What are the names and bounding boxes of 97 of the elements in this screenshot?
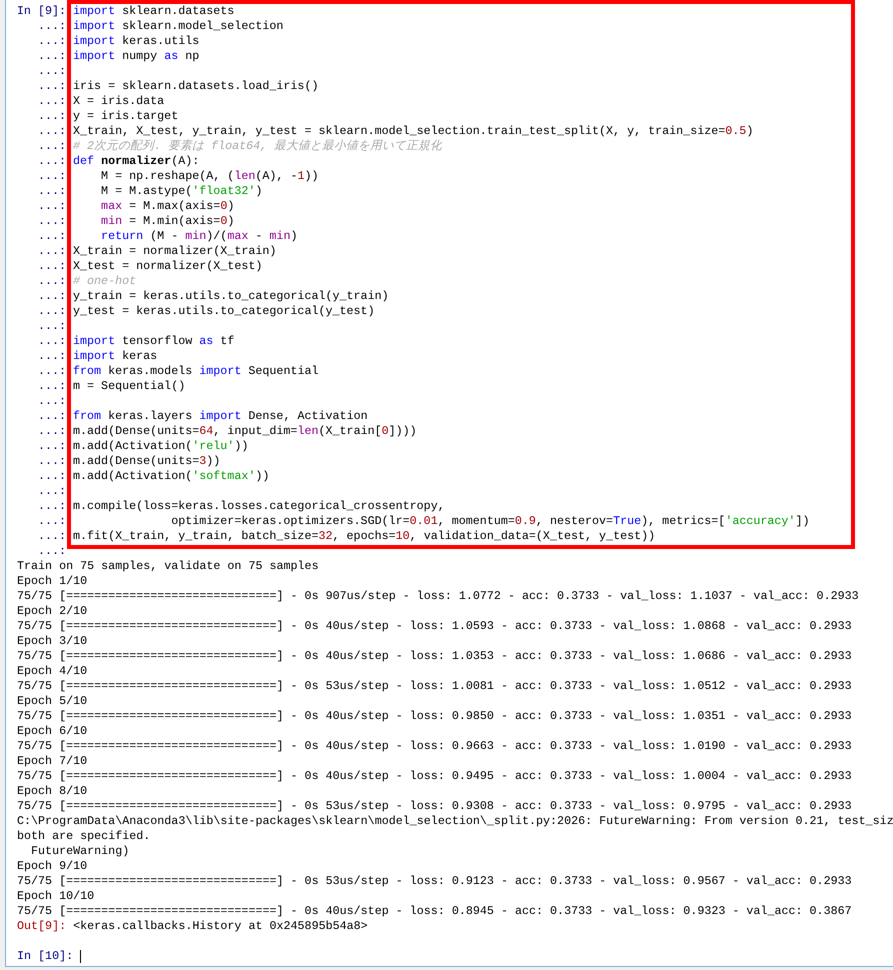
output-line: Epoch 1/10: [17, 574, 88, 588]
output-line: Epoch 10/10: [17, 889, 94, 903]
code-line: import keras: [73, 349, 158, 364]
input-prompt: ...:: [38, 469, 66, 484]
input-prompt: ...:: [38, 529, 66, 544]
code-line: import numpy as np: [73, 49, 200, 64]
output-line: 75/75 [==============================] - 0s 40us/step - loss: 0.9850 - acc: 0.3733 - val_loss: 1.0351 - val_acc: 0.2933: [17, 709, 852, 723]
output-line: 75/75 [==============================] - 0s 53us/step - loss: 1.0081 - acc: 0.3733 - val_loss: 1.0512 - val_acc: 0.2933: [17, 679, 852, 693]
input-prompt: ...:: [38, 364, 66, 379]
input-prompt: ...:: [38, 499, 66, 514]
input-prompt: ...:: [38, 274, 66, 289]
output-line: Epoch 3/10: [17, 634, 88, 648]
input-prompt: ...:: [38, 169, 66, 184]
code-line: # one-hot: [73, 274, 136, 289]
code-line: m.add(Activation('relu')): [73, 439, 248, 454]
input-prompt: ...:: [38, 49, 66, 64]
output-line: FutureWarning): [30, 844, 130, 858]
input-prompt: ...:: [38, 34, 66, 49]
code-line: m = Sequential(): [73, 379, 186, 394]
code-line: m.compile(loss=keras.losses.categorical_crossentropy,: [73, 499, 445, 514]
input-prompt: ...:: [38, 454, 66, 469]
code-line: optimizer=keras.optimizers.SGD(lr=0.01, momentum=0.9, nesterov=True), metrics=['accuracy']): [170, 514, 810, 529]
input-prompt: ...:: [38, 394, 66, 409]
input-prompt: ...:: [38, 214, 66, 229]
code-line: from keras.models import Sequential: [73, 364, 319, 379]
code-line: m.fit(X_train, y_train, batch_size=32, epochs=10, validation_data=(X_test, y_test)): [73, 529, 656, 544]
code-line: # 2次元の配列. 要素は float64, 最大値と最小値を用いて正規化: [73, 139, 442, 154]
output-line: 75/75 [==============================] - 0s 40us/step - loss: 0.9495 - acc: 0.3733 - val_loss: 1.0004 - val_acc: 0.2933: [17, 769, 852, 783]
output-line: both are specified.: [17, 829, 150, 843]
code-line: import keras.utils: [73, 34, 200, 49]
input-prompt: ...:: [38, 64, 66, 79]
code-line: def normalizer(A):: [73, 154, 200, 169]
input-prompt: ...:: [38, 259, 66, 274]
input-prompt: ...:: [38, 184, 66, 199]
input-prompt: ...:: [38, 154, 66, 169]
input-prompt: ...:: [38, 379, 66, 394]
output-line: Train on 75 samples, validate on 75 samples: [17, 559, 319, 573]
input-prompt: ...:: [38, 484, 66, 499]
input-prompt: In [10]:: [17, 949, 74, 964]
output-line: Epoch 9/10: [17, 859, 88, 873]
input-prompt: ...:: [38, 409, 66, 424]
input-prompt: ...:: [38, 304, 66, 319]
output-line: 75/75 [==============================] - 0s 40us/step - loss: 1.0593 - acc: 0.3733 - val_loss: 1.0868 - val_acc: 0.2933: [17, 619, 852, 633]
output-line: 75/75 [==============================] - 0s 40us/step - loss: 0.9663 - acc: 0.3733 - val_loss: 1.0190 - val_acc: 0.2933: [17, 739, 852, 753]
code-line: return (M - min)/(max - min): [100, 229, 298, 244]
output-line: C:\ProgramData\Anaconda3\lib\site-packages\sklearn\model_selection\_split.py:2026: FutureWarning: From version 0.21, test_siz: [17, 814, 893, 828]
code-line: max = M.max(axis=0): [100, 199, 234, 214]
input-prompt: ...:: [38, 79, 66, 94]
input-prompt: ...:: [38, 109, 66, 124]
output-line: Epoch 8/10: [17, 784, 88, 798]
output-line: 75/75 [==============================] - 0s 40us/step - loss: 0.8945 - acc: 0.3733 - val_loss: 0.9323 - val_acc: 0.3867: [17, 904, 852, 918]
code-line: X = iris.data: [73, 94, 164, 109]
input-prompt: ...:: [38, 334, 66, 349]
code-line: import tensorflow as tf: [73, 334, 234, 349]
input-prompt: ...:: [38, 349, 66, 364]
input-prompt: ...:: [38, 124, 66, 139]
input-prompt: ...:: [38, 199, 66, 214]
output-line: 75/75 [==============================] - 0s 53us/step - loss: 0.9123 - acc: 0.3733 - val_loss: 0.9567 - val_acc: 0.2933: [17, 874, 852, 888]
input-prompt: ...:: [38, 139, 66, 154]
code-line: import sklearn.model_selection: [73, 19, 284, 34]
input-prompt: ...:: [38, 229, 66, 244]
code-line: import sklearn.datasets: [73, 4, 234, 19]
code-line: y_train = keras.utils.to_categorical(y_train): [73, 289, 389, 304]
code-line: y_test = keras.utils.to_categorical(y_test): [73, 304, 375, 319]
code-line: y = iris.target: [73, 109, 178, 124]
input-prompt: ...:: [38, 289, 66, 304]
output-line: Epoch 6/10: [17, 724, 88, 738]
output-line: 75/75 [==============================] - 0s 907us/step - loss: 1.0772 - acc: 0.3733 - val_loss: 1.1037 - val_acc: 0.2933: [17, 589, 859, 603]
input-prompt: ...:: [38, 244, 66, 259]
output-line: 75/75 [==============================] - 0s 53us/step - loss: 0.9308 - acc: 0.3733 - val_loss: 0.9795 - val_acc: 0.2933: [17, 799, 852, 813]
code-line: m.add(Activation('softmax')): [73, 469, 270, 484]
input-prompt: ...:: [38, 514, 66, 529]
code-line: M = M.astype('float32'): [100, 184, 262, 199]
input-prompt: ...:: [38, 19, 66, 34]
code-line: m.add(Dense(units=3)): [73, 454, 220, 469]
input-prompt: ...:: [38, 439, 66, 454]
output-prompt: Out[9]:: [17, 919, 66, 934]
input-prompt: ...:: [38, 424, 66, 439]
input-prompt: ...:: [38, 544, 66, 559]
code-line: min = M.min(axis=0): [100, 214, 234, 229]
code-line: X_test = normalizer(X_test): [73, 259, 262, 274]
code-line: M = np.reshape(A, (len(A), -1)): [100, 169, 319, 184]
output-line: Epoch 2/10: [17, 604, 88, 618]
code-line: m.add(Dense(units=64, input_dim=len(X_train[0]))): [73, 424, 417, 439]
input-prompt: ...:: [38, 319, 66, 334]
output-line: 75/75 [==============================] - 0s 40us/step - loss: 1.0353 - acc: 0.3733 - val_loss: 1.0686 - val_acc: 0.2933: [17, 649, 852, 663]
code-line: X_train = normalizer(X_train): [73, 244, 276, 259]
output-line: Epoch 7/10: [17, 754, 88, 768]
code-line: X_train, X_test, y_train, y_test = sklearn.model_selection.train_test_split(X, y, train_size=0.5): [73, 124, 754, 139]
code-line: iris = sklearn.datasets.load_iris(): [73, 79, 318, 94]
code-line: from keras.layers import Dense, Activation: [73, 409, 368, 424]
output-line: Epoch 5/10: [17, 694, 88, 708]
output-line: Epoch 4/10: [17, 664, 88, 678]
output-value: <keras.callbacks.History at 0x245895b54a8>: [73, 919, 368, 934]
text-cursor: [80, 950, 82, 963]
input-prompt: In [9]:: [16, 4, 66, 19]
input-prompt: ...:: [38, 94, 66, 109]
